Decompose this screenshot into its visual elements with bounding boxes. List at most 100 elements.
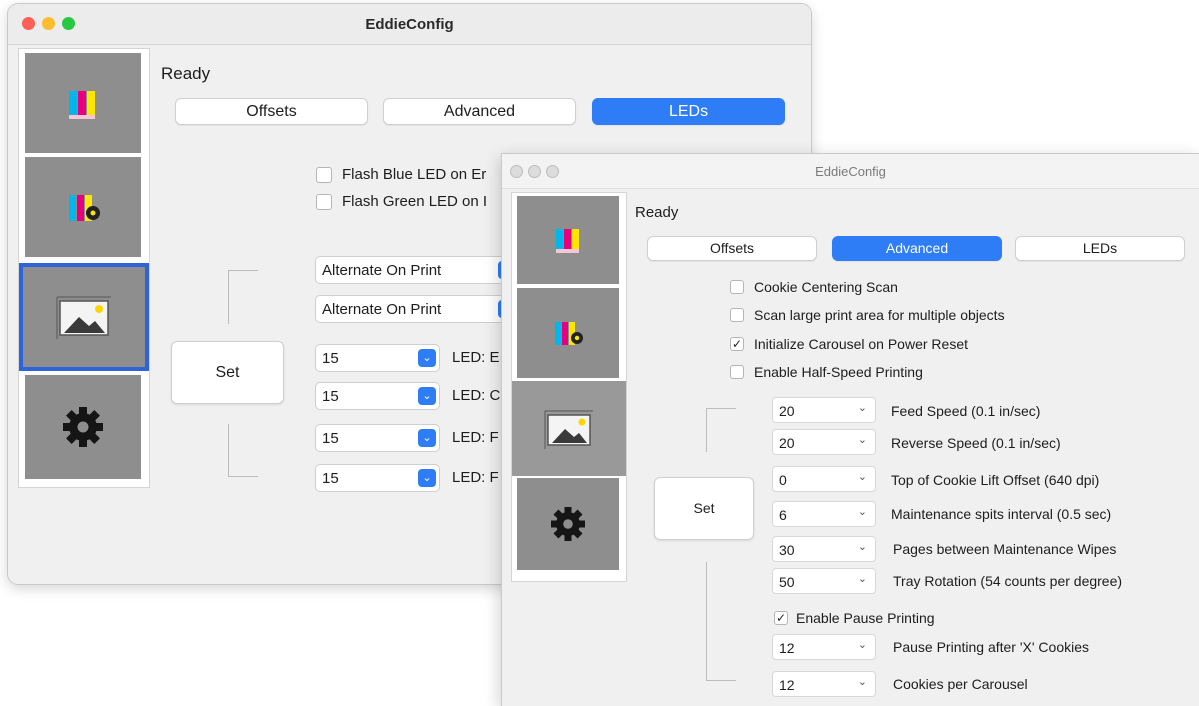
cookies-per-carousel-label: Cookies per Carousel bbox=[893, 676, 1028, 692]
reverse-speed-select[interactable]: 20 ⌄ bbox=[772, 429, 876, 455]
tab-leds[interactable]: LEDs bbox=[592, 98, 785, 125]
led-label: LED: F bbox=[452, 469, 499, 486]
led-select[interactable]: 15 ⌄ bbox=[315, 344, 440, 372]
spits-interval-select[interactable]: 6 ⌄ bbox=[772, 501, 876, 527]
group-bracket bbox=[706, 680, 736, 681]
select-value: Alternate On Print bbox=[322, 301, 442, 318]
led-select[interactable]: 15 ⌄ bbox=[315, 424, 440, 452]
select-value: 20 bbox=[779, 403, 795, 419]
checkbox-box[interactable]: ✓ bbox=[730, 337, 744, 351]
status-label: Ready bbox=[161, 64, 211, 83]
sidebar-item-settings[interactable] bbox=[25, 375, 141, 479]
lift-offset-select[interactable]: 0 ⌄ bbox=[772, 466, 876, 492]
select-value: Alternate On Print bbox=[322, 262, 442, 279]
checkbox-box[interactable] bbox=[730, 308, 744, 322]
chevron-down-icon: ⌄ bbox=[857, 573, 867, 585]
cookies-per-carousel-select[interactable]: 12 ⌄ bbox=[772, 671, 876, 697]
chevron-down-icon: ⌄ bbox=[857, 541, 867, 553]
color-bars-icon bbox=[69, 91, 95, 119]
checkbox-cookie-centering-scan[interactable]: Cookie Centering Scan bbox=[730, 279, 898, 295]
set-button[interactable]: Set bbox=[171, 341, 284, 404]
select-value: 15 bbox=[322, 350, 339, 367]
select-value: 20 bbox=[779, 435, 795, 451]
title-bar[interactable]: EddieConfig bbox=[502, 154, 1199, 189]
maintenance-wipes-select[interactable]: 30 ⌄ bbox=[772, 536, 876, 562]
select-value: 6 bbox=[779, 507, 787, 523]
checkbox-box[interactable] bbox=[730, 280, 744, 294]
chevron-down-icon: ⌄ bbox=[857, 471, 867, 483]
chevron-down-icon: ⌄ bbox=[857, 402, 867, 414]
group-bracket bbox=[228, 270, 229, 324]
pause-after-label: Pause Printing after 'X' Cookies bbox=[893, 639, 1089, 655]
group-bracket bbox=[706, 408, 707, 452]
gear-icon bbox=[63, 407, 103, 447]
print-area-icon bbox=[56, 296, 111, 339]
chevron-down-icon: ⌄ bbox=[418, 469, 436, 487]
tab-leds[interactable]: LEDs bbox=[1015, 236, 1185, 261]
select-value: 50 bbox=[779, 574, 795, 590]
checkbox-label: Enable Half-Speed Printing bbox=[754, 364, 923, 380]
tray-rotation-select[interactable]: 50 ⌄ bbox=[772, 568, 876, 594]
sidebar-item-print-colors[interactable] bbox=[25, 53, 141, 153]
checkbox-label: Flash Green LED on I bbox=[342, 193, 488, 210]
chevron-down-icon: ⌄ bbox=[418, 387, 436, 405]
sidebar-item-color-settings[interactable] bbox=[25, 157, 141, 257]
checkbox-label: Cookie Centering Scan bbox=[754, 279, 898, 295]
maintenance-wipes-label: Pages between Maintenance Wipes bbox=[893, 541, 1117, 557]
checkbox-flash-blue[interactable]: Flash Blue LED on Er bbox=[316, 166, 486, 183]
checkbox-enable-pause-printing[interactable]: ✓ Enable Pause Printing bbox=[774, 610, 935, 626]
tab-advanced[interactable]: Advanced bbox=[383, 98, 576, 125]
window-title: EddieConfig bbox=[815, 164, 886, 179]
mode-select[interactable]: Alternate On Print bbox=[315, 256, 516, 284]
led-label: LED: F bbox=[452, 429, 499, 446]
led-select[interactable]: 15 ⌄ bbox=[315, 382, 440, 410]
select-value: 30 bbox=[779, 542, 795, 558]
checkbox-box[interactable] bbox=[316, 166, 332, 183]
checkbox-label: Flash Blue LED on Er bbox=[342, 166, 487, 183]
color-settings-icon bbox=[69, 195, 100, 221]
sidebar-item-print-area[interactable] bbox=[19, 263, 149, 371]
lift-offset-label: Top of Cookie Lift Offset (640 dpi) bbox=[891, 472, 1100, 488]
feed-speed-label: Feed Speed (0.1 in/sec) bbox=[891, 403, 1041, 419]
spits-interval-label: Maintenance spits interval (0.5 sec) bbox=[891, 506, 1112, 522]
feed-speed-select[interactable]: 20 ⌄ bbox=[772, 397, 876, 423]
sidebar bbox=[511, 192, 627, 582]
sidebar-item-settings[interactable] bbox=[517, 478, 619, 570]
tab-offsets[interactable]: Offsets bbox=[647, 236, 817, 261]
mode-select[interactable]: Alternate On Print bbox=[315, 295, 516, 323]
print-area-icon bbox=[544, 410, 593, 449]
reverse-speed-label: Reverse Speed (0.1 in/sec) bbox=[891, 435, 1061, 451]
select-value: 12 bbox=[779, 677, 795, 693]
checkbox-scan-large-area[interactable]: Scan large print area for multiple objec… bbox=[730, 307, 1005, 323]
group-bracket bbox=[706, 562, 707, 680]
checkbox-box[interactable] bbox=[730, 365, 744, 379]
chevron-down-icon: ⌄ bbox=[418, 429, 436, 447]
set-button[interactable]: Set bbox=[654, 477, 754, 540]
chevron-down-icon: ⌄ bbox=[857, 639, 867, 651]
group-bracket bbox=[706, 408, 736, 409]
checkbox-initialize-carousel[interactable]: ✓ Initialize Carousel on Power Reset bbox=[730, 336, 968, 352]
checkbox-box[interactable]: ✓ bbox=[774, 611, 788, 625]
select-value: 15 bbox=[322, 388, 339, 405]
status-label: Ready bbox=[635, 204, 679, 221]
select-value: 0 bbox=[779, 472, 787, 488]
select-value: 15 bbox=[322, 470, 339, 487]
sidebar-item-print-area[interactable] bbox=[512, 381, 626, 476]
checkbox-label: Scan large print area for multiple objec… bbox=[754, 307, 1005, 323]
front-window: EddieConfig Ready Offsets Advanced LEDs … bbox=[502, 154, 1199, 706]
sidebar-item-color-settings[interactable] bbox=[517, 288, 619, 378]
checkbox-flash-green[interactable]: Flash Green LED on I bbox=[316, 193, 487, 210]
tab-advanced[interactable]: Advanced bbox=[832, 236, 1002, 261]
chevron-down-icon: ⌄ bbox=[857, 434, 867, 446]
checkbox-box[interactable] bbox=[316, 193, 332, 210]
select-value: 15 bbox=[322, 430, 339, 447]
title-bar[interactable]: EddieConfig bbox=[8, 4, 811, 45]
window-title: EddieConfig bbox=[365, 16, 454, 33]
sidebar-item-print-colors[interactable] bbox=[517, 196, 619, 284]
gear-icon bbox=[551, 507, 585, 541]
pause-after-select[interactable]: 12 ⌄ bbox=[772, 634, 876, 660]
group-bracket bbox=[228, 424, 229, 476]
checkbox-half-speed[interactable]: Enable Half-Speed Printing bbox=[730, 364, 923, 380]
tab-offsets[interactable]: Offsets bbox=[175, 98, 368, 125]
led-select[interactable]: 15 ⌄ bbox=[315, 464, 440, 492]
